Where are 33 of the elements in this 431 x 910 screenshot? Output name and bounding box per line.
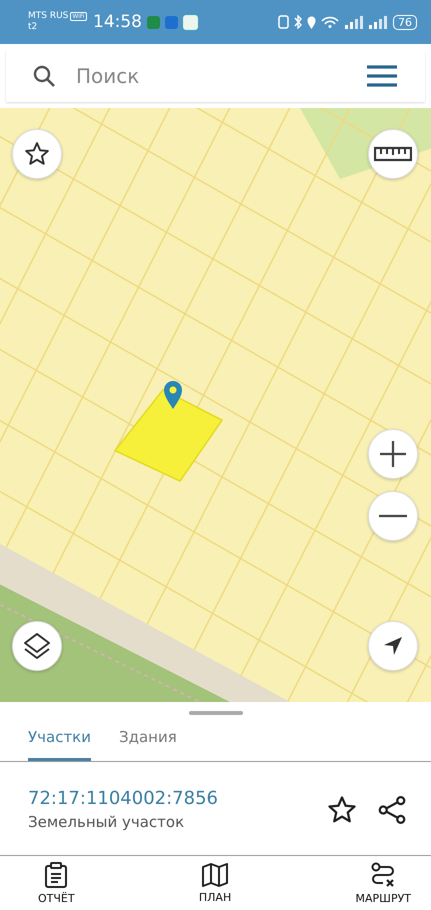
nav-button[interactable]: ОТЧЁТ [32,856,81,910]
minus-icon [379,514,407,518]
share-icon[interactable] [377,794,407,824]
cadastral-number[interactable]: 72:17:1104002:7856 [28,788,218,809]
search-icon[interactable] [32,64,56,88]
plus-icon [379,440,407,468]
clipboard-icon [44,862,68,888]
carrier-name: MTS RUS [28,11,68,22]
app-icon [183,14,198,30]
star-icon[interactable] [327,794,357,824]
clock: 14:58 [93,12,142,32]
wifi-icon [321,16,339,28]
parcel-type: Земельный участок [28,813,184,831]
sim-label: t2 [28,22,38,33]
location-icon [307,16,316,28]
app-icon [165,16,178,28]
drag-handle[interactable] [188,711,242,715]
app-icon [147,16,160,28]
tab[interactable]: Участки [28,720,91,761]
navigation-arrow-icon [382,635,404,657]
star-icon [24,141,50,167]
menu-icon[interactable] [367,65,397,87]
layers-icon [22,631,52,661]
pin-icon[interactable] [163,380,183,410]
signal-icon [344,15,388,29]
route-icon [370,862,396,888]
map-icon [202,862,228,886]
battery-indicator: 76 [393,14,417,30]
bluetooth-icon [294,15,302,29]
nav-button[interactable]: ПЛАН [192,856,238,910]
ruler-icon [374,146,412,162]
tab[interactable]: Здания [119,720,177,761]
nav-button[interactable]: МАРШРУТ [350,856,417,910]
